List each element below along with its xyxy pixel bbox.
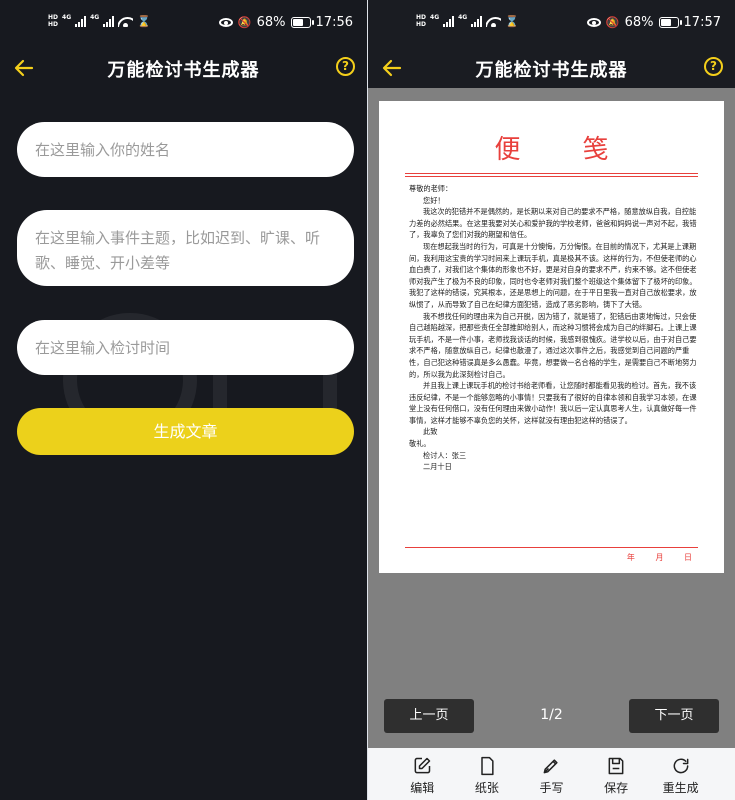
hd-icon: HD HD	[48, 14, 59, 28]
salutation: 尊敬的老师：	[409, 184, 453, 193]
title-bar: 万能检讨书生成器 ?	[0, 48, 367, 88]
status-icons-right: 🔕 68% 17:57	[586, 15, 721, 30]
eye-icon	[586, 18, 601, 27]
generate-button[interactable]: 生成文章	[17, 408, 354, 455]
pen-icon	[544, 759, 559, 774]
status-bar: HD HD 4G 4G ⌛ 🔕 68% 17:57	[368, 10, 735, 38]
battery-percent: 68%	[256, 15, 286, 30]
paper-header: 便笺	[494, 135, 671, 165]
greeting: 您好！	[423, 195, 445, 205]
screen-preview: HD HD 4G 4G ⌛ 🔕 68% 17:57 万能检讨书生成器 ? 便笺 尊…	[368, 0, 735, 800]
edit-button[interactable]: 编辑	[398, 748, 446, 800]
save-label: 保存	[604, 781, 629, 795]
year-label: 年	[626, 553, 637, 562]
header-rule	[405, 173, 698, 174]
help-icon[interactable]: ?	[704, 57, 723, 76]
signal-icon	[443, 15, 455, 27]
hd-icon: HD HD	[416, 14, 427, 28]
month-label: 月	[655, 553, 666, 562]
regenerate-button[interactable]: 重生成	[657, 748, 705, 800]
mute-icon: 🔕	[237, 16, 252, 29]
eye-icon	[218, 18, 233, 27]
handwrite-button[interactable]: 手写	[527, 748, 575, 800]
footer-rule	[405, 547, 698, 548]
signal-icon	[75, 15, 87, 27]
status-icons-right: 🔕 68% 17:56	[218, 15, 353, 30]
paragraph: 现在想起我当时的行为，可真是十分懊悔，万分悔恨。在目前的情况下，尤其是上课期间，…	[409, 241, 697, 309]
letter-paper: 便笺 尊敬的老师： 您好！ 我这次的犯错并不是偶然的，是长期以来对自己的要求不严…	[379, 101, 724, 573]
letter-body: 尊敬的老师： 您好！ 我这次的犯错并不是偶然的，是长期以来对自己的要求不严格，随…	[409, 183, 698, 473]
status-bar: HD HD 4G 4G ⌛ 🔕 68% 17:56	[0, 10, 367, 38]
help-icon[interactable]: ?	[336, 57, 355, 76]
date-labels: 年 月 日	[613, 552, 694, 563]
paragraph: 我这次的犯错并不是偶然的，是长期以来对自己的要求不严格，随意放纵自我，自控能力差…	[409, 207, 697, 240]
page-title: 万能检讨书生成器	[475, 60, 628, 81]
4g-icon: 4G	[62, 14, 72, 21]
paper-button[interactable]: 纸张	[463, 748, 511, 800]
save-button[interactable]: 保存	[592, 748, 640, 800]
paragraph: 我不想找任何的理由来为自己开脱，因为错了，就是错了，犯错后由衷地悔过，只会使自己…	[409, 311, 697, 379]
page-title: 万能检讨书生成器	[107, 60, 260, 81]
regenerate-label: 重生成	[662, 781, 699, 795]
edit-icon	[414, 757, 431, 774]
status-icons-left: HD HD 4G 4G ⌛	[416, 14, 519, 28]
handwrite-label: 手写	[539, 781, 564, 795]
refresh-icon	[673, 758, 689, 774]
battery-icon	[658, 17, 682, 28]
signal-icon	[103, 15, 115, 27]
signal-icon	[471, 15, 483, 27]
save-icon	[608, 757, 624, 775]
day-label: 日	[684, 553, 694, 562]
hourglass-icon: ⌛	[505, 14, 519, 28]
wifi-icon	[118, 16, 134, 27]
paper-icon	[481, 756, 494, 776]
4g-icon: 4G	[430, 14, 440, 21]
next-page-button[interactable]: 下一页	[629, 699, 719, 733]
status-icons-left: HD HD 4G 4G ⌛	[48, 14, 151, 28]
sign-date: 二月十日	[423, 462, 452, 472]
screen-input: HDHD 4G 4G ⌛ 🔕 68% 17:56 万能检讨书生成器 ? 生成文章	[0, 0, 367, 800]
bottom-toolbar: 编辑 纸张 手写 保存 重生成	[368, 748, 735, 800]
mute-icon: 🔕	[605, 16, 620, 29]
paragraph: 并且我上课上课玩手机的检讨书给老师看，让您随时都能看见我的检讨。首先，我不该违反…	[409, 381, 697, 425]
battery-percent: 68%	[624, 15, 654, 30]
battery-icon	[290, 17, 314, 28]
title-bar: 万能检讨书生成器 ?	[368, 48, 735, 88]
4g-icon: 4G	[458, 14, 468, 21]
closing: 敬礼。	[409, 439, 431, 449]
header-rule	[405, 176, 698, 177]
clock: 17:56	[315, 15, 353, 30]
topic-input[interactable]	[17, 210, 354, 286]
signer: 检讨人：张三	[423, 450, 467, 460]
closing: 此致	[423, 427, 438, 437]
hourglass-icon: ⌛	[137, 14, 151, 28]
edit-label: 编辑	[410, 781, 435, 795]
name-input[interactable]	[17, 122, 354, 177]
clock: 17:57	[683, 15, 721, 30]
4g-icon: 4G	[90, 14, 100, 21]
paper-label: 纸张	[474, 781, 499, 795]
wifi-icon	[486, 16, 502, 27]
time-input[interactable]	[17, 320, 354, 375]
